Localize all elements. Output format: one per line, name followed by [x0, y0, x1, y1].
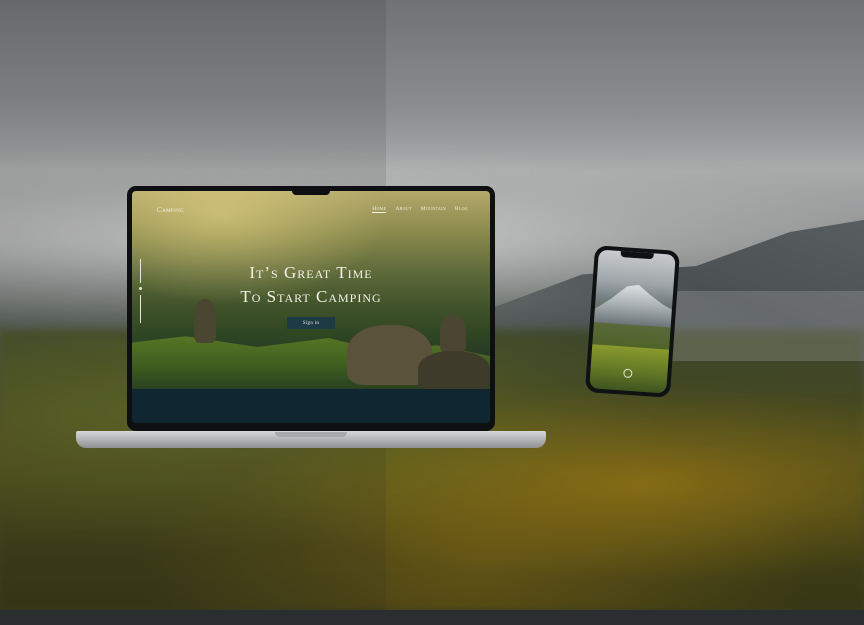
bottom-bar [0, 610, 864, 625]
laptop-mockup: Camping Home About Mountain Blog It’s Gr… [127, 186, 495, 431]
hero-rock [440, 315, 466, 353]
nav-mountain-link[interactable]: Mountain [421, 206, 446, 213]
nav-about-link[interactable]: About [395, 206, 411, 213]
laptop-base [76, 431, 546, 448]
laptop-base-groove [275, 432, 347, 437]
laptop-camera-notch [292, 186, 330, 195]
hero-dark-footer [132, 389, 490, 423]
nav-home-link[interactable]: Home [372, 206, 387, 213]
hero-rock [418, 351, 490, 391]
phone-mockup [584, 245, 681, 398]
laptop-screen: Camping Home About Mountain Blog It’s Gr… [132, 191, 490, 423]
hero-title-line1: It’s Great Time [249, 263, 373, 282]
phone-hero-mountain [594, 277, 674, 327]
hero-title-line2: To Start Camping [240, 287, 382, 306]
site-nav: Home About Mountain Blog [372, 206, 468, 213]
background-light-band [660, 291, 864, 361]
phone-screen [589, 249, 676, 394]
site-logo[interactable]: Camping [157, 206, 184, 214]
sign-in-button[interactable]: Sign in [287, 317, 335, 329]
nav-blog-link[interactable]: Blog [455, 206, 468, 213]
